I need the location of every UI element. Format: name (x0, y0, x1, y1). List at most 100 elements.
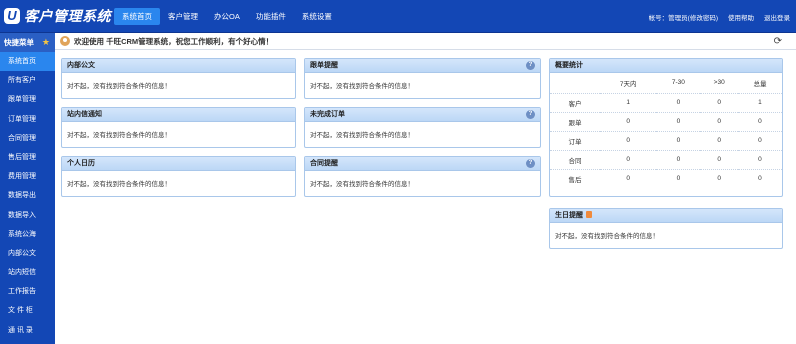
refresh-icon[interactable]: ⟳ (774, 36, 782, 47)
cell-value: 0 (700, 130, 738, 150)
panel-title: 跟单提醒 (310, 62, 338, 69)
sidebar-item-followups[interactable]: 跟单管理 (0, 90, 55, 109)
panel-title: 生日提醒 (555, 212, 583, 219)
sidebar-item-data-import[interactable]: 数据导入 (0, 206, 55, 225)
help-link[interactable]: 使用帮助 (728, 12, 754, 22)
panel-header: 生日提醒 (550, 209, 782, 223)
panel-internal-docs: 内部公文 对不起，没有找到符合条件的信息！ (61, 58, 296, 99)
stats-header-row: 7天内 7-30 >30 总量 (550, 73, 782, 93)
cell-value: 1 (600, 92, 657, 112)
user-icon (60, 36, 70, 46)
empty-message: 对不起，没有找到符合条件的信息！ (310, 132, 414, 139)
sidebar-item-contracts[interactable]: 合同管理 (0, 129, 55, 148)
stats-col-header (550, 73, 600, 93)
sidebar-item-orders[interactable]: 订单管理 (0, 110, 55, 129)
empty-message: 对不起，没有找到符合条件的信息！ (67, 132, 171, 139)
sidebar-item-expenses[interactable]: 费用管理 (0, 167, 55, 186)
empty-message: 对不起，没有找到符合条件的信息！ (67, 83, 171, 90)
table-row: 跟单 0 0 0 0 (550, 111, 782, 131)
sidebar-item-home[interactable]: 系统首页 (0, 52, 55, 72)
app-logo: U 客户管理系统 (4, 4, 111, 28)
stats-col-header: >30 (713, 79, 725, 87)
sidebar-item-site-messages[interactable]: 站内短信 (0, 263, 55, 282)
row-label: 客户 (550, 92, 600, 112)
panel-followup-reminder: 跟单提醒 ? 对不起，没有找到符合条件的信息！ (304, 58, 541, 99)
cell-value: 0 (737, 111, 782, 131)
stats-col-header: 7-30 (671, 79, 685, 87)
row-label: 跟单 (550, 111, 600, 131)
panel-title: 个人日历 (62, 157, 295, 171)
nav-customers[interactable]: 客户管理 (160, 8, 206, 25)
cell-value: 0 (656, 111, 701, 131)
panel-title: 概要统计 (550, 59, 782, 73)
cell-value: 1 (737, 92, 782, 112)
empty-message: 对不起，没有找到符合条件的信息！ (67, 181, 171, 188)
top-bar: U 客户管理系统 系统首页 客户管理 办公OA 功能插件 系统设置 帐号：管理员… (0, 0, 796, 33)
cell-value: 0 (700, 92, 738, 112)
help-icon[interactable]: ? (526, 159, 535, 168)
stats-col-header: 总量 (753, 80, 767, 88)
row-label: 售后 (550, 168, 600, 188)
nav-office-oa[interactable]: 办公OA (206, 8, 248, 25)
panel-summary-stats: 概要统计 7天内 7-30 >30 总量 客户 1 0 0 1 跟单 0 0 0… (549, 58, 783, 197)
panel-title: 合同提醒 (310, 160, 338, 167)
nav-plugins[interactable]: 功能插件 (248, 8, 294, 25)
sidebar-header-label: 快捷菜单 (4, 38, 34, 47)
cell-value: 0 (600, 168, 657, 188)
panel-birthday-reminder: 生日提醒 对不起，没有找到符合条件的信息！ (549, 208, 783, 249)
help-icon[interactable]: ? (526, 110, 535, 119)
sidebar-item-public-pool[interactable]: 系统公海 (0, 225, 55, 244)
panel-calendar: 个人日历 对不起，没有找到符合条件的信息！ (61, 156, 296, 197)
cell-value: 0 (737, 149, 782, 169)
empty-message: 对不起，没有找到符合条件的信息！ (555, 233, 659, 240)
cell-value: 0 (700, 168, 738, 188)
sidebar-menu: 系统首页 所有客户 跟单管理 订单管理 合同管理 售后管理 费用管理 数据导出 … (0, 52, 55, 340)
stats-table: 7天内 7-30 >30 总量 客户 1 0 0 1 跟单 0 0 0 0 订单… (550, 73, 782, 188)
welcome-bar: 欢迎使用 千旺CRM管理系统，祝您工作顺利，有个好心情！ ⟳ (55, 33, 796, 50)
cell-value: 0 (600, 149, 657, 169)
panel-header: 未完成订单 ? (305, 108, 540, 122)
cell-value: 0 (656, 130, 701, 150)
cell-value: 0 (656, 168, 701, 188)
cell-value: 0 (737, 168, 782, 188)
sidebar-item-work-reports[interactable]: 工作报告 (0, 282, 55, 301)
cell-value: 0 (600, 130, 657, 150)
table-row: 客户 1 0 0 1 (550, 92, 782, 112)
sidebar-item-address-book[interactable]: 通 讯 录 (0, 321, 55, 340)
logo-icon: U (4, 8, 20, 24)
welcome-message: 欢迎使用 千旺CRM管理系统，祝您工作顺利，有个好心情！ (74, 36, 274, 46)
sidebar-item-after-sales[interactable]: 售后管理 (0, 148, 55, 167)
panel-contract-reminder: 合同提醒 ? 对不起，没有找到符合条件的信息！ (304, 156, 541, 197)
row-label: 合同 (550, 149, 600, 169)
table-row: 合同 0 0 0 0 (550, 149, 782, 169)
help-icon[interactable]: ? (526, 61, 535, 70)
main-nav: 系统首页 客户管理 办公OA 功能插件 系统设置 (114, 8, 340, 25)
panel-title: 内部公文 (62, 59, 295, 73)
sidebar-item-file-cabinet[interactable]: 文 件 柜 (0, 301, 55, 320)
table-row: 售后 0 0 0 0 (550, 168, 782, 188)
empty-message: 对不起，没有找到符合条件的信息！ (310, 181, 414, 188)
panel-header: 合同提醒 ? (305, 157, 540, 171)
gift-icon (586, 211, 592, 218)
cell-value: 0 (600, 111, 657, 131)
panel-site-messages: 站内信通知 对不起，没有找到符合条件的信息！ (61, 107, 296, 148)
star-icon[interactable]: ★ (42, 33, 50, 52)
stats-col-header: 7天内 (619, 80, 637, 88)
cell-value: 0 (656, 92, 701, 112)
table-row: 订单 0 0 0 0 (550, 130, 782, 150)
cell-value: 0 (700, 149, 738, 169)
cell-value: 0 (737, 130, 782, 150)
nav-settings[interactable]: 系统设置 (294, 8, 340, 25)
row-label: 订单 (550, 130, 600, 150)
panel-pending-orders: 未完成订单 ? 对不起，没有找到符合条件的信息！ (304, 107, 541, 148)
app-title: 客户管理系统 (24, 8, 111, 24)
sidebar-item-all-customers[interactable]: 所有客户 (0, 71, 55, 90)
cell-value: 0 (656, 149, 701, 169)
sidebar-item-internal-docs[interactable]: 内部公文 (0, 244, 55, 263)
panel-title: 站内信通知 (62, 108, 295, 122)
logout-link[interactable]: 退出登录 (764, 12, 790, 22)
sidebar-header: 快捷菜单 ★ (0, 33, 55, 52)
sidebar-item-data-export[interactable]: 数据导出 (0, 186, 55, 205)
account-change-password-link[interactable]: 帐号：管理员(修改密码) (649, 12, 718, 22)
nav-home[interactable]: 系统首页 (114, 8, 160, 25)
